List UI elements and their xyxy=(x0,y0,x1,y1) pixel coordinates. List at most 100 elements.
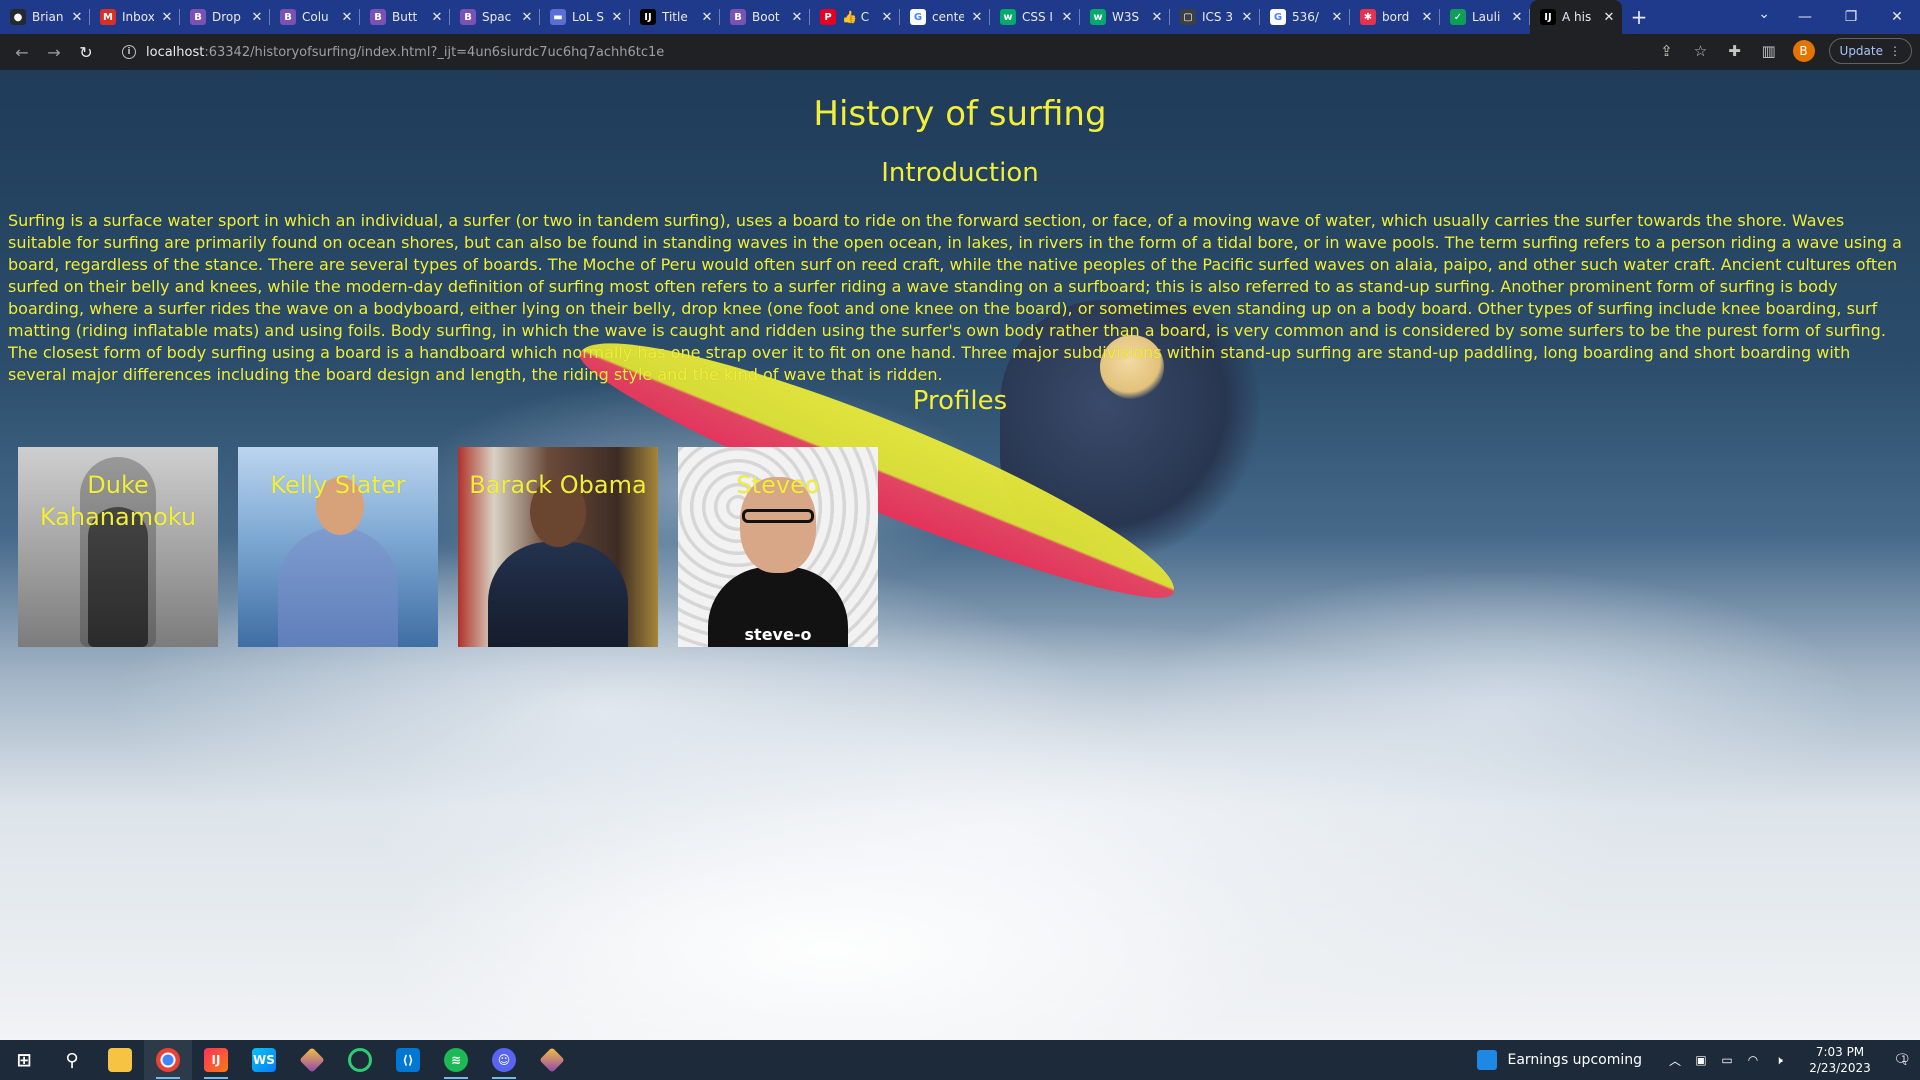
close-tab-icon[interactable]: ✕ xyxy=(970,10,984,25)
browser-tab[interactable]: G 536/ ✕ xyxy=(1260,0,1350,34)
taskbar-app-diamond-2[interactable] xyxy=(528,1040,576,1080)
profile-card-duke-kahanamoku[interactable]: Duke Kahanamoku xyxy=(18,447,218,647)
notification-count: 1 xyxy=(1901,1055,1907,1065)
close-tab-icon[interactable]: ✕ xyxy=(70,10,84,25)
new-tab-button[interactable]: + xyxy=(1622,0,1656,34)
taskbar-chrome[interactable] xyxy=(144,1040,192,1080)
gmail-icon: M xyxy=(100,9,116,25)
profiles-heading: Profiles xyxy=(912,386,1008,416)
browser-tab[interactable]: ● Brian ✕ xyxy=(0,0,90,34)
google-icon: G xyxy=(910,9,926,25)
close-tab-icon[interactable]: ✕ xyxy=(790,10,804,25)
url-text[interactable]: localhost:63342/historyofsurfing/index.h… xyxy=(146,45,664,60)
tab-title: Colu xyxy=(302,10,329,24)
close-tab-icon[interactable]: ✕ xyxy=(1602,10,1616,25)
clock[interactable]: 7:03 PM 2/23/2023 xyxy=(1800,1044,1880,1076)
close-tab-icon[interactable]: ✕ xyxy=(340,10,354,25)
browser-tab[interactable]: ✓ Lauli ✕ xyxy=(1440,0,1530,34)
taskbar-webstorm[interactable]: WS xyxy=(240,1040,288,1080)
reload-button[interactable]: ↻ xyxy=(72,38,100,66)
browser-tab[interactable]: B Butt ✕ xyxy=(360,0,450,34)
close-tab-icon[interactable]: ✕ xyxy=(1420,10,1434,25)
close-window-button[interactable]: ✕ xyxy=(1874,0,1920,34)
address-bar[interactable]: i localhost:63342/historyofsurfing/index… xyxy=(110,38,1650,66)
diamond-app-icon xyxy=(299,1047,325,1073)
news-widget[interactable]: Earnings upcoming xyxy=(1477,1050,1642,1070)
close-tab-icon[interactable]: ✕ xyxy=(1330,10,1344,25)
google-icon: G xyxy=(1270,9,1286,25)
update-button[interactable]: Update ⋮ xyxy=(1828,38,1912,64)
profile-card-barack-obama[interactable]: Barack Obama xyxy=(458,447,658,647)
browser-tab[interactable]: M Inbox ✕ xyxy=(90,0,180,34)
wifi-icon[interactable]: ◠ xyxy=(1742,1053,1764,1067)
browser-toolbar: ← → ↻ i localhost:63342/historyofsurfing… xyxy=(0,34,1920,70)
tab-title: bord xyxy=(1382,10,1410,24)
browser-tab[interactable]: ▢ ICS 3 ✕ xyxy=(1170,0,1260,34)
close-tab-icon[interactable]: ✕ xyxy=(1240,10,1254,25)
introduction-paragraph: Surfing is a surface water sport in whic… xyxy=(8,211,1902,384)
taskbar-file-explorer[interactable] xyxy=(96,1040,144,1080)
taskbar-app-diamond[interactable] xyxy=(288,1040,336,1080)
check-icon: ✓ xyxy=(1450,9,1466,25)
close-tab-icon[interactable]: ✕ xyxy=(1150,10,1164,25)
profile-avatar[interactable]: B xyxy=(1792,40,1815,62)
browser-tab[interactable]: B Colu ✕ xyxy=(270,0,360,34)
bootstrap-icon: B xyxy=(370,9,386,25)
browser-tab[interactable]: B Drop ✕ xyxy=(180,0,270,34)
browser-tab[interactable]: P 👍 C ✕ xyxy=(810,0,900,34)
tab-strip: ● Brian ✕ M Inbox ✕ B Drop ✕ B Colu ✕ B Butt ✕ B Spac ✕ ▬ L… xyxy=(0,0,1920,34)
extensions-puzzle-icon[interactable]: ✚ xyxy=(1725,42,1745,60)
taskbar-vscode[interactable]: ⟨⟩ xyxy=(384,1040,432,1080)
browser-tab[interactable]: w CSS I ✕ xyxy=(990,0,1080,34)
close-tab-icon[interactable]: ✕ xyxy=(880,10,894,25)
start-button[interactable]: ⊞ xyxy=(0,1040,48,1080)
restore-button[interactable]: ❐ xyxy=(1828,0,1874,34)
tab-list: ● Brian ✕ M Inbox ✕ B Drop ✕ B Colu ✕ B Butt ✕ B Spac ✕ ▬ L… xyxy=(0,0,1622,34)
tab-search-chevron-icon[interactable]: ⌄ xyxy=(1758,6,1770,22)
close-tab-icon[interactable]: ✕ xyxy=(250,10,264,25)
refresh-ring-icon xyxy=(348,1048,372,1072)
browser-tab[interactable]: Gcente ✕ xyxy=(900,0,990,34)
browser-tab[interactable]: w W3S ✕ xyxy=(1080,0,1170,34)
browser-tab[interactable]: B Spac ✕ xyxy=(450,0,540,34)
bookmark-star-icon[interactable]: ☆ xyxy=(1691,42,1711,60)
taskbar-intellij[interactable]: IJ xyxy=(192,1040,240,1080)
w3schools-icon: w xyxy=(1000,9,1016,25)
close-tab-icon[interactable]: ✕ xyxy=(1510,10,1524,25)
volume-muted-icon[interactable]: 🕨 xyxy=(1768,1053,1790,1068)
forward-button[interactable]: → xyxy=(40,38,68,66)
meet-now-icon[interactable]: ▣ xyxy=(1690,1053,1712,1067)
minimize-button[interactable]: — xyxy=(1782,0,1828,34)
site-info-icon[interactable]: i xyxy=(122,45,136,59)
system-tray: Earnings upcoming ︿ ▣ ▭ ◠ 🕨 7:03 PM 2/23… xyxy=(1477,1040,1920,1080)
share-icon[interactable]: ⇪ xyxy=(1657,42,1677,60)
url-path: :63342/historyofsurfing/index.html?_ijt=… xyxy=(204,44,665,60)
w3schools-icon: w xyxy=(1090,9,1106,25)
browser-tab[interactable]: ✱ bord ✕ xyxy=(1350,0,1440,34)
close-tab-icon[interactable]: ✕ xyxy=(160,10,174,25)
search-button[interactable]: ⚲ xyxy=(48,1040,96,1080)
taskbar-spotify[interactable]: ≋ xyxy=(432,1040,480,1080)
browser-tab[interactable]: B Boot ✕ xyxy=(720,0,810,34)
taskbar-app-ring[interactable] xyxy=(336,1040,384,1080)
windows-taskbar: ⊞ ⚲ IJ WS ⟨⟩ ≋ ☺ Earnings upcoming ︿ ▣ ▭… xyxy=(0,1040,1920,1080)
browser-tab[interactable]: IJ A his ✕ xyxy=(1530,0,1622,34)
taskbar-discord[interactable]: ☺ xyxy=(480,1040,528,1080)
notification-center-button[interactable]: 🗨 1 xyxy=(1880,1040,1920,1080)
back-button[interactable]: ← xyxy=(8,38,36,66)
close-tab-icon[interactable]: ✕ xyxy=(610,10,624,25)
close-tab-icon[interactable]: ✕ xyxy=(700,10,714,25)
doc-icon: ▢ xyxy=(1180,9,1196,25)
close-tab-icon[interactable]: ✕ xyxy=(1060,10,1074,25)
browser-tab[interactable]: ▬ LoL S ✕ xyxy=(540,0,630,34)
battery-icon[interactable]: ▭ xyxy=(1716,1053,1738,1067)
profile-card-kelly-slater[interactable]: Kelly Slater xyxy=(238,447,438,647)
close-tab-icon[interactable]: ✕ xyxy=(430,10,444,25)
close-tab-icon[interactable]: ✕ xyxy=(520,10,534,25)
browser-tab[interactable]: IJ Title ✕ xyxy=(630,0,720,34)
side-panel-icon[interactable]: ▥ xyxy=(1759,42,1779,60)
tab-title: 👍 C xyxy=(842,10,870,24)
tab-title: W3S xyxy=(1112,10,1140,24)
profile-card-steveo[interactable]: steve-o Steveo xyxy=(678,447,878,647)
show-hidden-icons-chevron-icon[interactable]: ︿ xyxy=(1664,1052,1686,1069)
